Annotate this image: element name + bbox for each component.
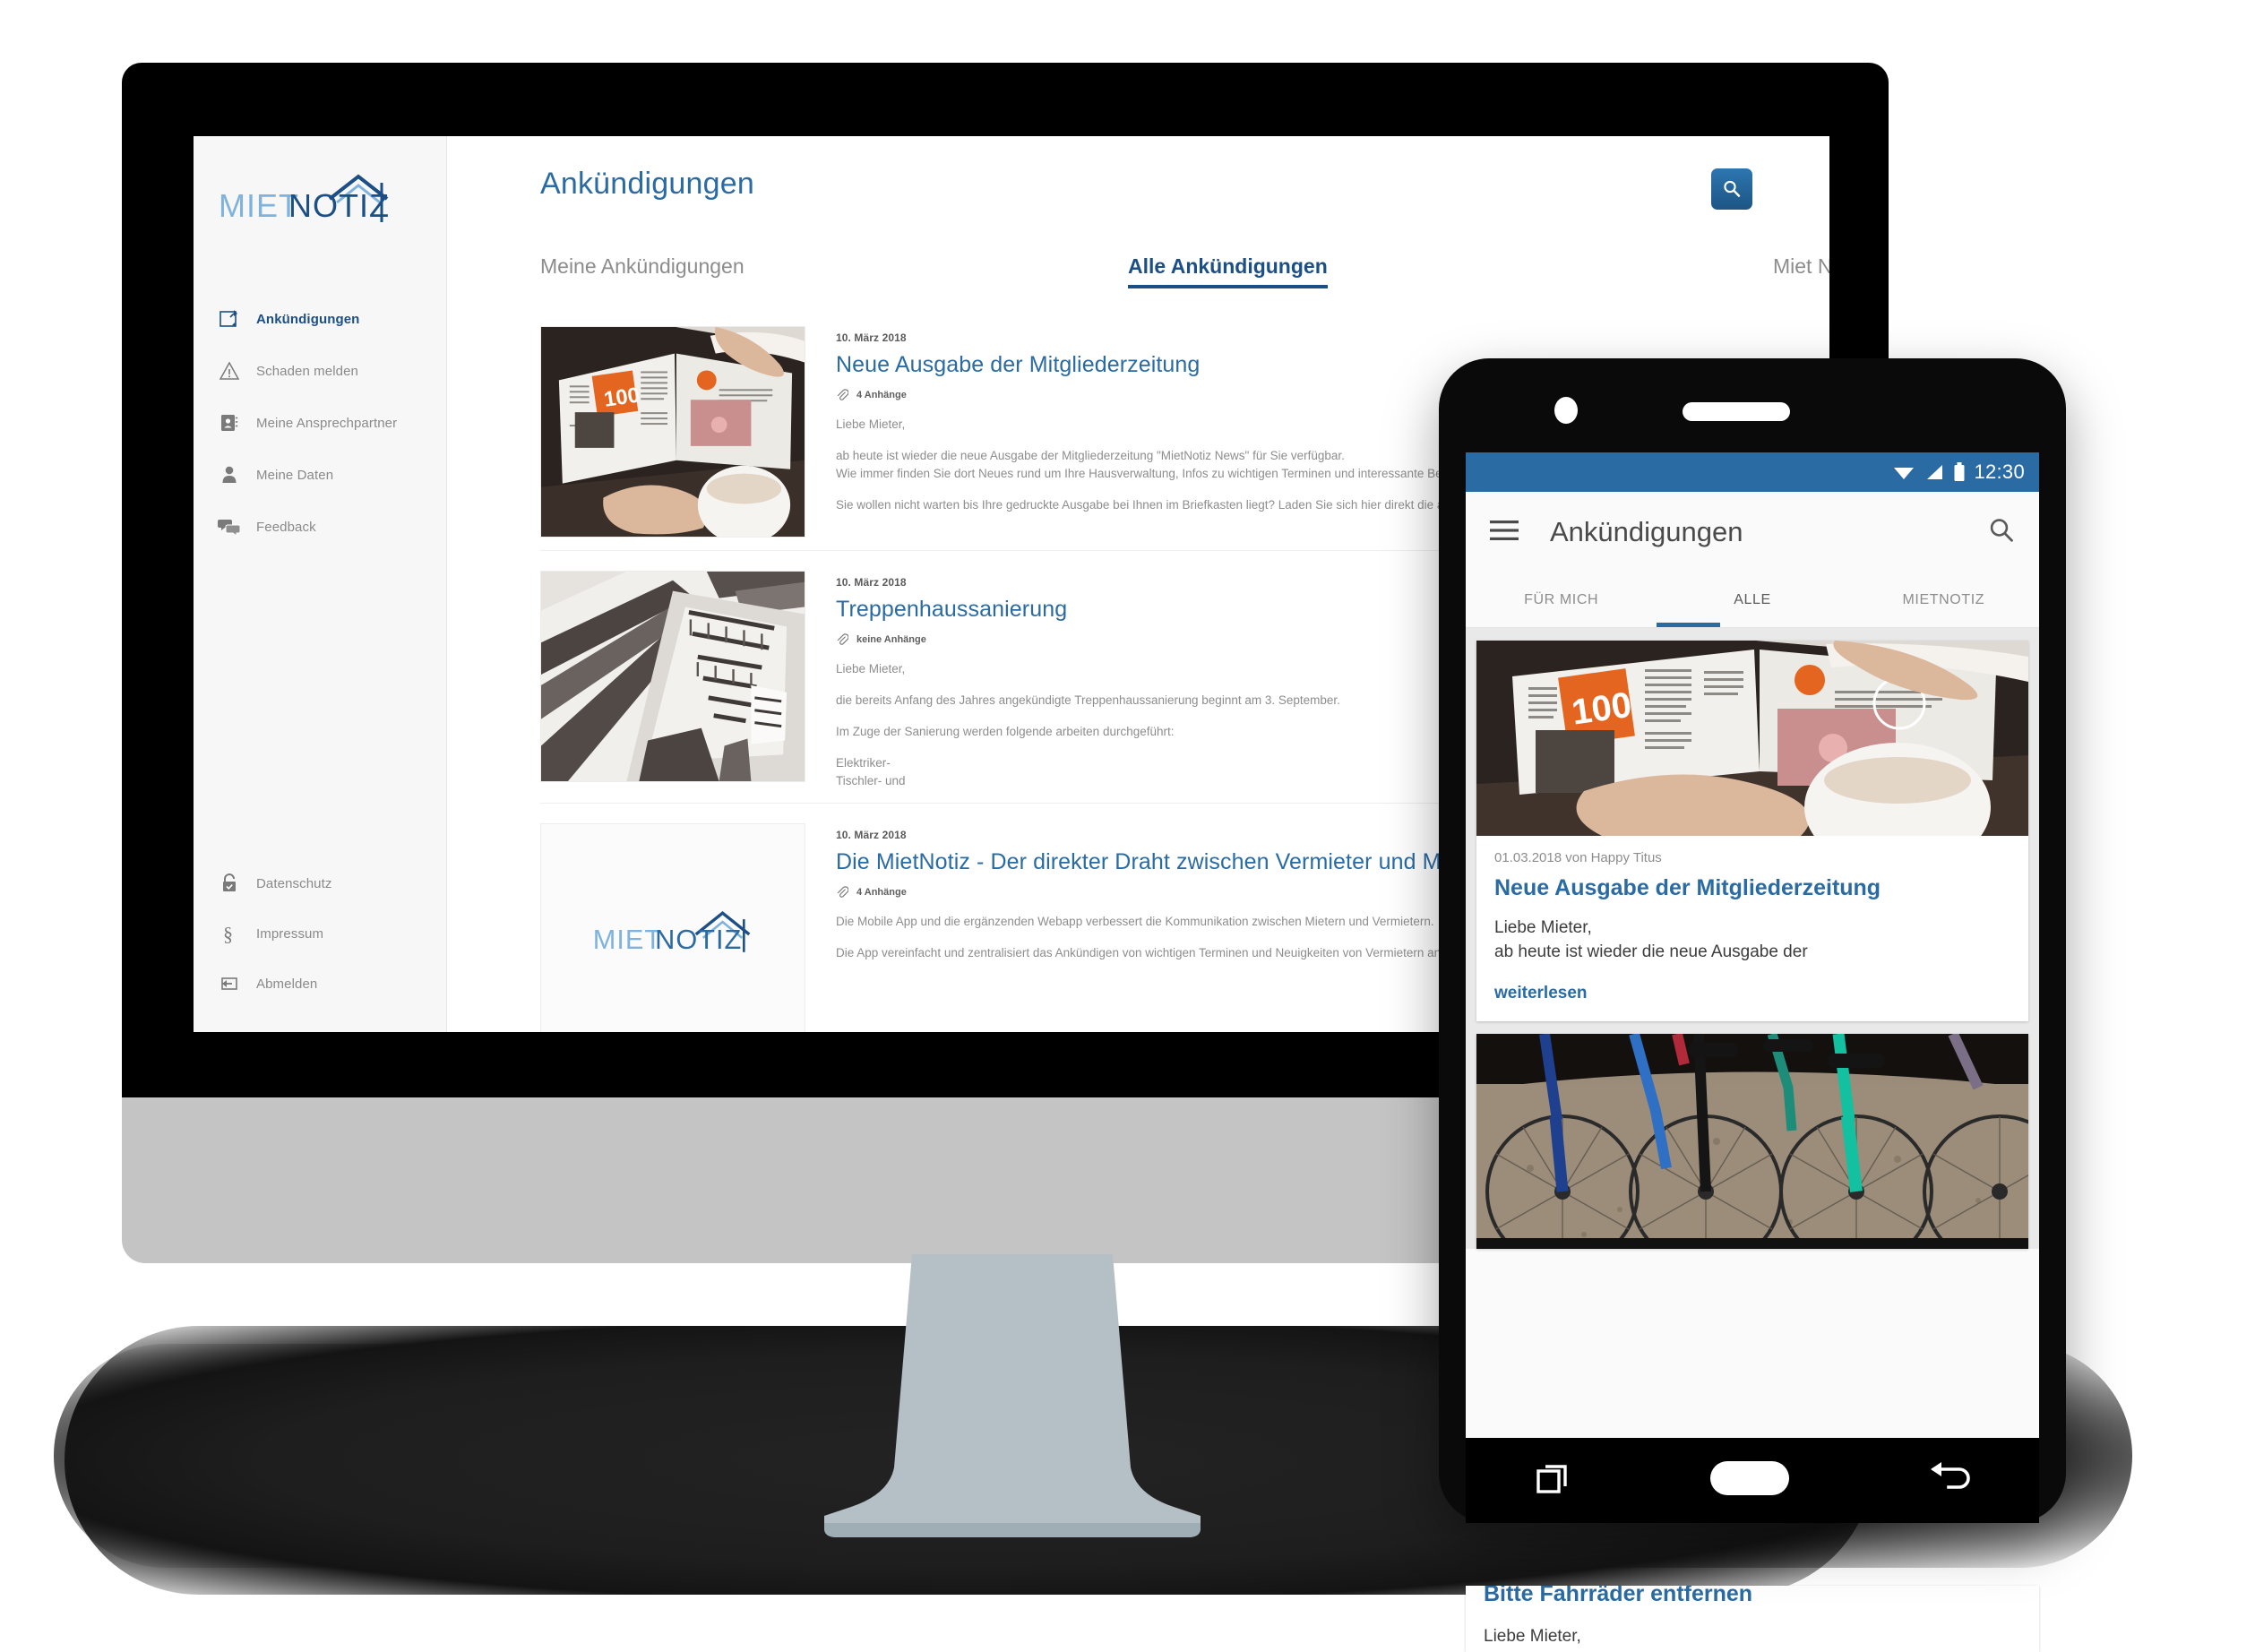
earpiece-speaker	[1683, 402, 1790, 421]
svg-text:NOTIZ: NOTIZ	[288, 187, 390, 224]
mobile-page-title: Ankündigungen	[1550, 516, 1743, 547]
mobile-tab-bar: FÜR MICH ALLE MIETNOTIZ	[1466, 572, 2039, 628]
attachment-label: 4 Anhänge	[856, 390, 907, 400]
mobile-app-screen: 12:30 Ankündigungen FÜR MICH ALLE MIETNO…	[1466, 452, 2039, 1438]
hamburger-menu-icon[interactable]	[1489, 519, 1519, 546]
search-button[interactable]	[1711, 168, 1752, 210]
lock-check-icon	[217, 871, 242, 896]
mobile-app-bar: Ankündigungen	[1466, 492, 2039, 572]
mobile-card-text: Liebe Mieter, ab heute ist wieder die ne…	[1494, 916, 2010, 964]
mietnotiz-logo-icon: MIET NOTIZ	[219, 174, 390, 224]
note-pin-icon	[217, 306, 242, 331]
sidebar-item-label: Feedback	[256, 519, 316, 535]
mobile-card-line: ab heute ist wieder die neue Ausgabe der	[1494, 942, 1808, 961]
bicycles-photo	[1476, 1034, 2028, 1249]
mobile-card-title: Neue Ausgabe der Mitgliederzeitung	[1494, 875, 1881, 900]
sidebar-item-meine-ansprechpartner[interactable]: Meine Ansprechpartner	[194, 397, 446, 449]
logout-arrow-icon	[217, 971, 242, 996]
sidebar-item-abmelden[interactable]: Abmelden	[194, 959, 446, 1009]
sidebar-item-label: Meine Ansprechpartner	[256, 415, 398, 431]
svg-text:100: 100	[1570, 685, 1634, 733]
stairwell-photo-thumbnail	[540, 571, 805, 782]
mobile-card-partial[interactable]: Bitte Fahrräder entfernen Liebe Mieter,	[1466, 1586, 2039, 1652]
magazine-photo-thumbnail: 100	[540, 326, 805, 538]
sidebar-item-meine-daten[interactable]: Meine Daten	[194, 449, 446, 501]
tab-alle-ankuendigungen[interactable]: Alle Ankündigungen	[1128, 254, 1328, 288]
sidebar-item-schaden-melden[interactable]: Schaden melden	[194, 345, 446, 397]
search-icon	[1724, 180, 1741, 197]
sidebar-item-label: Schaden melden	[256, 363, 358, 379]
sidebar-footer-nav: Datenschutz § Impressum Abmelden	[194, 858, 446, 1009]
android-status-bar: 12:30	[1466, 452, 2039, 492]
mobile-read-more-link[interactable]: weiterlesen	[1494, 984, 2010, 1003]
svg-text:NOTIZ: NOTIZ	[655, 924, 742, 955]
paperclip-icon	[837, 886, 848, 898]
person-icon	[217, 462, 242, 487]
svg-text:§: §	[223, 923, 233, 944]
tab-miet-notiz[interactable]: Miet Notiz	[1773, 254, 1829, 279]
svg-text:MIET: MIET	[593, 924, 662, 955]
attachment-label: 4 Anhänge	[856, 887, 907, 898]
overview-squares-icon[interactable]	[1533, 1458, 1572, 1502]
mobile-card-line: Liebe Mieter,	[1494, 918, 1592, 937]
brand-logo[interactable]: MIET NOTIZ	[194, 136, 446, 241]
sidebar-item-label: Abmelden	[256, 976, 318, 992]
sidebar-item-label: Impressum	[256, 925, 324, 942]
sidebar-item-feedback[interactable]: Feedback	[194, 501, 446, 553]
warning-triangle-icon	[217, 358, 242, 383]
scene: MIET NOTIZ Ankündigungen Schaden melden …	[0, 0, 2255, 1652]
search-icon[interactable]	[1987, 516, 2016, 549]
mobile-card-title: Bitte Fahrräder entfernen	[1484, 1586, 1753, 1606]
signal-icon	[1927, 465, 1943, 479]
sidebar-primary-nav: Ankündigungen Schaden melden Meine Anspr…	[194, 293, 446, 553]
contact-book-icon	[217, 410, 242, 435]
front-camera-icon	[1554, 397, 1578, 424]
svg-text:100: 100	[603, 383, 641, 412]
attachment-label: keine Anhänge	[856, 634, 926, 645]
mobile-card-date: 01.03.2018 von Happy Titus	[1494, 850, 1662, 865]
status-time: 12:30	[1974, 460, 2025, 483]
sidebar-item-label: Ankündigungen	[256, 311, 360, 327]
chat-bubbles-icon	[217, 514, 242, 539]
tab-bar: Meine Ankündigungen Alle Ankündigungen M…	[447, 242, 1829, 305]
mobile-tab-fuer-mich[interactable]: FÜR MICH	[1466, 572, 1657, 627]
battery-icon	[1954, 462, 1965, 481]
home-pill-icon[interactable]	[1707, 1458, 1793, 1503]
mobile-card-text: Liebe Mieter,	[1484, 1627, 1581, 1646]
page-title: Ankündigungen	[540, 167, 754, 201]
android-nav-bar	[1466, 1438, 2039, 1523]
sidebar: MIET NOTIZ Ankündigungen Schaden melden …	[194, 136, 447, 1032]
paperclip-icon	[837, 389, 848, 400]
back-arrow-icon[interactable]	[1927, 1458, 1972, 1502]
monitor-stand	[797, 1254, 1227, 1541]
mobile-announcement-card[interactable]	[1476, 1034, 2028, 1249]
mobile-announcement-list: 100 01.03.2018 von Happy Titus Neue Ausg…	[1466, 628, 2039, 1249]
sidebar-item-impressum[interactable]: § Impressum	[194, 908, 446, 959]
mietnotiz-logo-thumbnail: MIET NOTIZ	[540, 823, 805, 1032]
wifi-icon	[1894, 468, 1915, 479]
svg-text:MIET: MIET	[219, 187, 299, 224]
sidebar-item-ankuendigungen[interactable]: Ankündigungen	[194, 293, 446, 345]
mobile-card-body: 01.03.2018 von Happy Titus Neue Ausgabe …	[1476, 836, 2028, 1021]
mobile-tab-mietnotiz[interactable]: MIETNOTIZ	[1848, 572, 2039, 627]
magazine-photo: 100	[1476, 641, 2028, 836]
mobile-tab-alle[interactable]: ALLE	[1657, 572, 1847, 627]
sidebar-item-datenschutz[interactable]: Datenschutz	[194, 858, 446, 908]
paperclip-icon	[837, 633, 848, 645]
sidebar-item-label: Datenschutz	[256, 875, 332, 891]
mobile-announcement-card[interactable]: 100 01.03.2018 von Happy Titus Neue Ausg…	[1476, 641, 2028, 1021]
announcement-date: 10. März 2018	[836, 331, 907, 344]
tab-meine-ankuendigungen[interactable]: Meine Ankündigungen	[540, 254, 744, 279]
paragraph-sign-icon: §	[217, 921, 242, 946]
sidebar-item-label: Meine Daten	[256, 467, 334, 483]
